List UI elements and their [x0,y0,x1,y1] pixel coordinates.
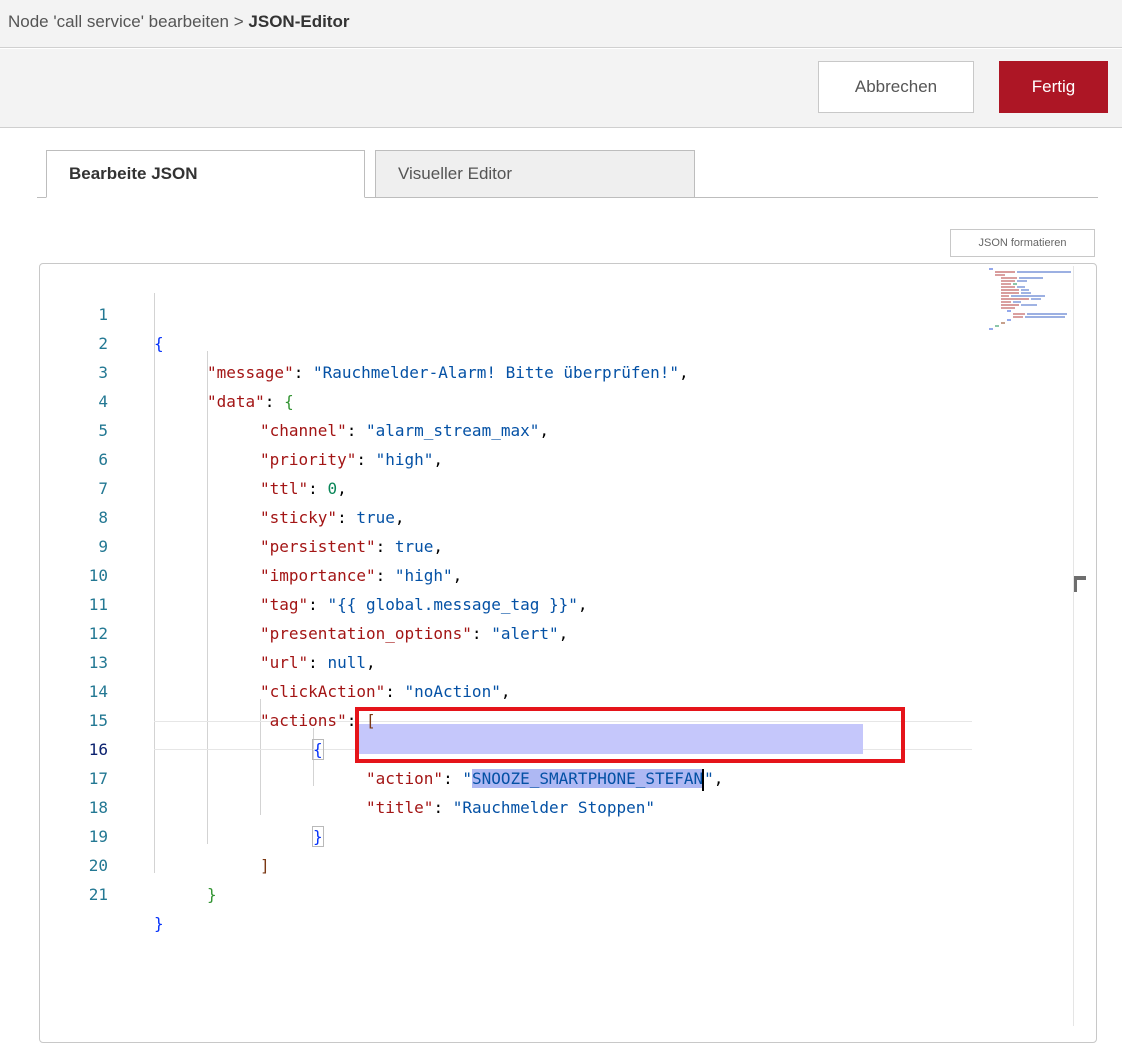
breadcrumb-separator: > [233,12,244,31]
breadcrumb-parent[interactable]: Node 'call service' bearbeiten [8,12,229,31]
editor-minimap[interactable] [985,266,1087,356]
cancel-button[interactable]: Abbrechen [818,61,974,113]
code-line[interactable]: 18 } [40,764,1070,847]
code-line[interactable]: 13 "clickAction": "noAction", [40,619,1070,701]
done-button[interactable]: Fertig [999,61,1108,113]
breadcrumb: Node 'call service' bearbeiten > JSON-Ed… [0,0,1122,48]
code-line[interactable]: 9 "importance": "high", [40,503,1070,585]
breadcrumb-current: JSON-Editor [248,12,350,31]
code-line[interactable]: 20 } [40,822,1070,904]
code-line[interactable]: 12 "url": null, [40,590,1070,672]
editor-scrollbar[interactable] [1073,266,1087,1026]
code-line[interactable]: 6 "ttl": 0, [40,416,1070,498]
code-line[interactable]: 19 ] [40,793,1070,875]
line-number: 21 [88,885,108,904]
tab-visual-editor[interactable]: Visueller Editor [375,150,695,198]
highlight-annotation-box [355,707,905,763]
code-line[interactable]: 10 "tag": "{{ global.message_tag }}", [40,532,1070,614]
code-line[interactable]: 15 { [40,677,1070,760]
code-line[interactable]: 1 { [40,271,1070,353]
dialog-toolbar: Abbrechen Fertig [0,49,1122,128]
code-line[interactable]: 8 "persistent": true, [40,474,1070,556]
code-line[interactable]: 21 } [40,851,1070,933]
code-line[interactable]: 11 "presentation_options": "alert", [40,561,1070,643]
tab-edit-json[interactable]: Bearbeite JSON [46,150,365,198]
scrollbar-cursor-marker [1074,576,1077,592]
code-line[interactable]: 4 "channel": "alarm_stream_max", [40,358,1070,440]
json-code-editor[interactable]: 1 { 2 "message": "Rauchmelder-Alarm! Bit… [39,263,1097,1043]
brace-close: } [207,885,217,904]
format-json-button[interactable]: JSON formatieren [950,229,1095,257]
code-line[interactable]: 7 "sticky": true, [40,445,1070,527]
code-line[interactable]: 5 "priority": "high", [40,387,1070,469]
code-line[interactable]: 2 "message": "Rauchmelder-Alarm! Bitte ü… [40,300,1070,382]
code-line[interactable]: 14 "actions": [ [40,648,1070,730]
brace-close: } [154,914,164,933]
code-line[interactable]: 3 "data": { [40,329,1070,411]
